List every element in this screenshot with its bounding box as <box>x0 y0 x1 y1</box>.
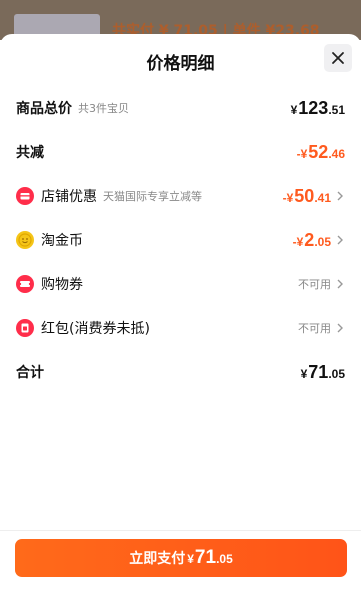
shop-discount-desc: 天猫国际专享立减等 <box>103 190 202 203</box>
row-taojinbi[interactable]: 淘金币 -¥ 2.05 <box>16 218 345 262</box>
currency-symbol: -¥ <box>282 190 294 205</box>
price-integer: 2 <box>304 229 315 250</box>
price-decimal: .05 <box>314 234 331 249</box>
price-integer: 71 <box>308 361 329 382</box>
currency-symbol: ¥ <box>300 366 308 381</box>
sum-value: ¥71.05 <box>301 362 345 383</box>
red-packet-status: 不可用 <box>298 322 331 335</box>
shop-icon <box>16 187 34 205</box>
row-shop-discount[interactable]: 店铺优惠 天猫国际专享立减等 -¥ 50.41 <box>16 174 345 218</box>
chevron-right-icon <box>335 191 345 201</box>
currency-symbol: ¥ <box>290 102 298 117</box>
coupon-label: 购物券 <box>41 277 83 293</box>
price-decimal: .51 <box>328 102 345 117</box>
price-integer: 52 <box>308 141 329 162</box>
currency-symbol: -¥ <box>296 146 308 161</box>
shop-discount-value: -¥ 50.41 <box>283 186 331 207</box>
sum-label: 合计 <box>16 365 44 381</box>
total-price-label: 商品总价 <box>16 101 72 117</box>
price-integer: 50 <box>294 185 315 206</box>
coupon-icon <box>16 275 34 293</box>
red-packet-label: 红包(消费券未抵) <box>41 321 150 337</box>
price-integer: 123 <box>298 97 329 118</box>
coin-icon <box>16 231 34 249</box>
close-icon <box>332 52 344 64</box>
discount-label: 共减 <box>16 145 44 161</box>
row-total-price: 商品总价 共3件宝贝 ¥123.51 <box>16 86 345 130</box>
chevron-right-icon <box>335 323 345 333</box>
total-price-value: ¥123.51 <box>291 98 345 119</box>
price-detail-sheet: 价格明细 商品总价 共3件宝贝 ¥123.51 共减 -¥ 52 .46 店铺优… <box>0 34 361 592</box>
row-shopping-coupon[interactable]: 购物券 不可用 <box>16 262 345 306</box>
price-integer: 71 <box>194 547 217 568</box>
shop-discount-label: 店铺优惠 <box>41 189 97 205</box>
price-decimal: .05 <box>328 366 345 381</box>
coupon-status: 不可用 <box>298 278 331 291</box>
item-count: 共3件宝贝 <box>78 102 129 115</box>
chevron-right-icon <box>335 279 345 289</box>
pay-now-label: 立即支付 <box>129 551 186 567</box>
close-button[interactable] <box>324 44 352 72</box>
row-sum: 合计 ¥71.05 <box>16 350 345 394</box>
sheet-title: 价格明细 <box>146 54 215 74</box>
discount-value: -¥ 52.46 <box>297 142 345 163</box>
pay-now-button[interactable]: 立即支付 ¥71.05 <box>15 539 347 577</box>
currency-symbol: ¥ <box>187 552 194 566</box>
row-total-discount: 共减 -¥ 52.46 <box>16 130 345 174</box>
price-decimal: .46 <box>328 146 345 161</box>
coin-value: -¥ 2.05 <box>293 230 331 251</box>
row-red-packet[interactable]: 红包(消费券未抵) 不可用 <box>16 306 345 350</box>
red-packet-icon <box>16 319 34 337</box>
price-decimal: .41 <box>314 190 331 205</box>
chevron-right-icon <box>335 235 345 245</box>
price-decimal: .05 <box>216 552 233 566</box>
pay-amount: ¥71.05 <box>187 547 233 569</box>
price-rows: 商品总价 共3件宝贝 ¥123.51 共减 -¥ 52.46 店铺优惠 天猫国际… <box>0 86 361 394</box>
footer-bar: 立即支付 ¥71.05 <box>0 530 361 592</box>
currency-symbol: -¥ <box>292 234 304 249</box>
sheet-header: 价格明细 <box>0 34 361 86</box>
coin-label: 淘金币 <box>41 233 83 249</box>
